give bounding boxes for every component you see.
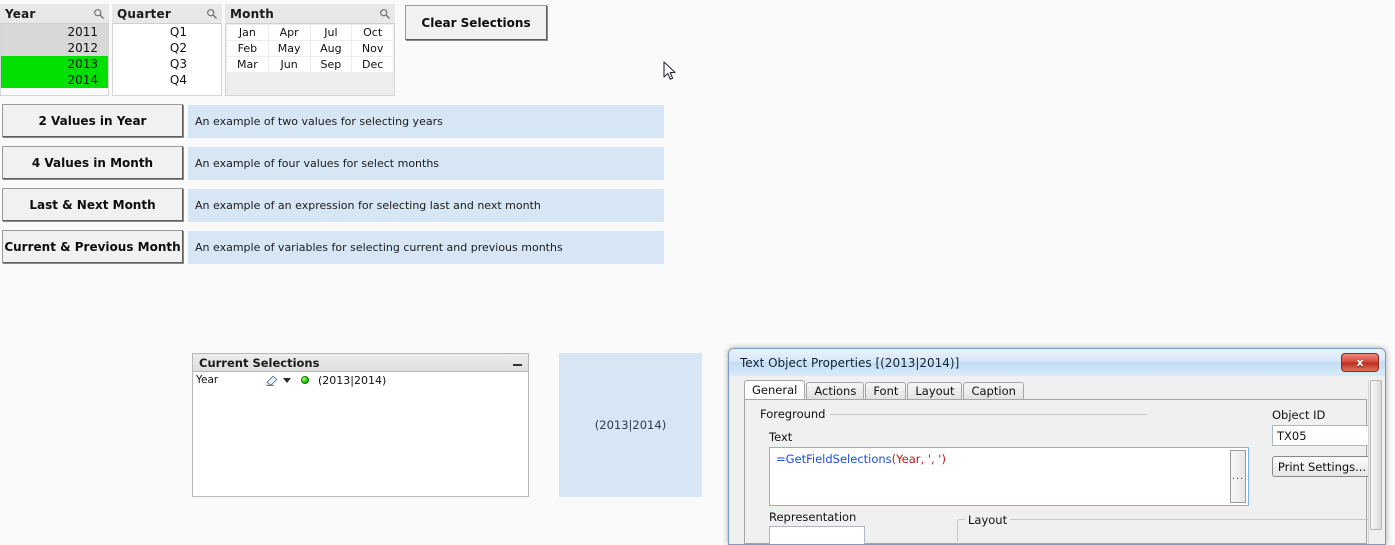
representation-label: Representation bbox=[769, 510, 857, 524]
expression-equals: = bbox=[776, 452, 786, 466]
dialog-titlebar[interactable]: Text Object Properties [(2013|2014)] x bbox=[729, 349, 1385, 376]
current-selections-titlebar: Current Selections bbox=[193, 354, 528, 372]
listbox-month-item[interactable]: Aug bbox=[310, 41, 352, 56]
dialog-body: General Actions Font Layout Caption Fore… bbox=[738, 380, 1375, 544]
text-object-properties-dialog: Text Object Properties [(2013|2014)] x G… bbox=[728, 348, 1386, 545]
listbox-month-item[interactable]: Apr bbox=[268, 25, 310, 40]
expression-function: GetFieldSelections bbox=[785, 452, 892, 466]
foreground-group-label: Foreground bbox=[757, 407, 829, 421]
listbox-year-item[interactable]: 2012 bbox=[1, 40, 108, 56]
expression-arguments: (Year, ', ') bbox=[891, 452, 946, 466]
text-object[interactable]: (2013|2014) bbox=[559, 353, 702, 497]
listbox-quarter-header: Quarter bbox=[112, 4, 222, 24]
current-selections-title: Current Selections bbox=[199, 355, 320, 370]
listbox-month-title: Month bbox=[230, 6, 275, 21]
minimize-icon[interactable] bbox=[512, 357, 523, 368]
listbox-quarter-title: Quarter bbox=[117, 6, 171, 21]
listbox-quarter-item[interactable]: Q3 bbox=[113, 56, 221, 72]
listbox-year-item[interactable]: 2014 bbox=[1, 72, 108, 88]
current-selection-field-label: Year bbox=[196, 374, 219, 386]
listbox-month-item[interactable]: May bbox=[268, 41, 310, 56]
listbox-month-header: Month bbox=[225, 4, 395, 24]
caret-down-icon[interactable] bbox=[283, 377, 291, 383]
listbox-month-item[interactable]: Jul bbox=[310, 25, 352, 40]
object-id-input[interactable]: TX05 bbox=[1272, 425, 1375, 446]
layout-groupbox bbox=[957, 519, 1374, 544]
magnifier-icon[interactable] bbox=[206, 8, 218, 20]
dialog-scrollbar-thumb[interactable] bbox=[1370, 380, 1382, 530]
foreground-group-line bbox=[830, 414, 1147, 415]
tab-general[interactable]: General bbox=[744, 380, 806, 399]
tab-layout[interactable]: Layout bbox=[907, 382, 963, 399]
description-last-next-month: An example of an expression for selectin… bbox=[188, 189, 664, 222]
listbox-month-item[interactable]: Nov bbox=[352, 41, 393, 56]
listbox-quarter-item[interactable]: Q4 bbox=[113, 72, 221, 88]
listbox-year[interactable]: Year 2011 2012 2013 2014 bbox=[0, 4, 109, 96]
listbox-month-item[interactable]: Oct bbox=[352, 25, 393, 40]
magnifier-icon[interactable] bbox=[93, 8, 105, 20]
listbox-month-item[interactable]: Mar bbox=[227, 57, 268, 72]
layout-group-label: Layout bbox=[965, 513, 1011, 527]
current-selections-panel: Current Selections Year (2013|2014) bbox=[192, 353, 529, 497]
tab-caption[interactable]: Caption bbox=[963, 382, 1024, 399]
listbox-month-item[interactable]: Jan bbox=[227, 25, 268, 40]
expression-text: =GetFieldSelections(Year, ', ') bbox=[770, 448, 1248, 470]
close-icon[interactable]: x bbox=[1341, 353, 1379, 372]
dialog-title: Text Object Properties [(2013|2014)] bbox=[740, 355, 960, 370]
listbox-month-item[interactable]: Dec bbox=[352, 57, 393, 72]
dialog-scrollbar[interactable] bbox=[1368, 380, 1383, 544]
current-selection-value: (2013|2014) bbox=[318, 373, 387, 387]
listbox-month-item[interactable]: Jun bbox=[268, 57, 310, 72]
listbox-year-body[interactable]: 2011 2012 2013 2014 bbox=[0, 24, 109, 96]
listbox-month[interactable]: Month Jan Apr Jul Oct Feb May Aug Nov Ma… bbox=[225, 4, 395, 96]
text-field-label: Text bbox=[769, 430, 793, 444]
representation-combobox[interactable] bbox=[769, 526, 865, 544]
listbox-month-grid: Jan Apr Jul Oct Feb May Aug Nov Mar Jun … bbox=[227, 25, 393, 72]
listbox-year-header: Year bbox=[0, 4, 109, 24]
clear-selections-button[interactable]: Clear Selections bbox=[405, 5, 547, 40]
listbox-month-body[interactable]: Jan Apr Jul Oct Feb May Aug Nov Mar Jun … bbox=[225, 24, 395, 96]
arrow-cursor bbox=[663, 61, 676, 80]
tab-font[interactable]: Font bbox=[865, 382, 907, 399]
button-4-values-in-month[interactable]: 4 Values in Month bbox=[2, 146, 183, 179]
magnifier-icon[interactable] bbox=[379, 8, 391, 20]
listbox-month-item[interactable]: Sep bbox=[310, 57, 352, 72]
tab-actions[interactable]: Actions bbox=[806, 382, 865, 399]
button-2-values-in-year[interactable]: 2 Values in Year bbox=[2, 104, 183, 137]
object-id-label: Object ID bbox=[1272, 408, 1326, 422]
listbox-year-item[interactable]: 2013 bbox=[1, 56, 108, 72]
listbox-month-item[interactable]: Feb bbox=[227, 41, 268, 56]
listbox-year-item[interactable]: 2011 bbox=[1, 24, 108, 40]
description-2-values-in-year: An example of two values for selecting y… bbox=[188, 105, 664, 138]
green-dot-icon bbox=[301, 376, 309, 384]
current-selections-row: Year (2013|2014) bbox=[193, 372, 528, 387]
listbox-quarter-body[interactable]: Q1 Q2 Q3 Q4 bbox=[112, 24, 222, 96]
button-last-next-month[interactable]: Last & Next Month bbox=[2, 188, 183, 221]
description-current-previous-month: An example of variables for selecting cu… bbox=[188, 231, 664, 264]
print-settings-button[interactable]: Print Settings... bbox=[1272, 456, 1372, 477]
tabpage-general: Foreground Text =GetFieldSelections(Year… bbox=[744, 399, 1375, 544]
description-4-values-in-month: An example of four values for select mon… bbox=[188, 147, 664, 180]
eraser-icon[interactable] bbox=[264, 374, 279, 386]
listbox-quarter-item[interactable]: Q2 bbox=[113, 40, 221, 56]
expand-expression-button[interactable]: ... bbox=[1230, 450, 1246, 503]
expression-textarea[interactable]: =GetFieldSelections(Year, ', ') ... bbox=[769, 447, 1249, 506]
listbox-quarter-item[interactable]: Q1 bbox=[113, 24, 221, 40]
listbox-year-title: Year bbox=[5, 6, 36, 21]
listbox-quarter[interactable]: Quarter Q1 Q2 Q3 Q4 bbox=[112, 4, 222, 96]
button-current-previous-month[interactable]: Current & Previous Month bbox=[2, 230, 183, 263]
dialog-tabstrip: General Actions Font Layout Caption bbox=[738, 380, 1367, 399]
